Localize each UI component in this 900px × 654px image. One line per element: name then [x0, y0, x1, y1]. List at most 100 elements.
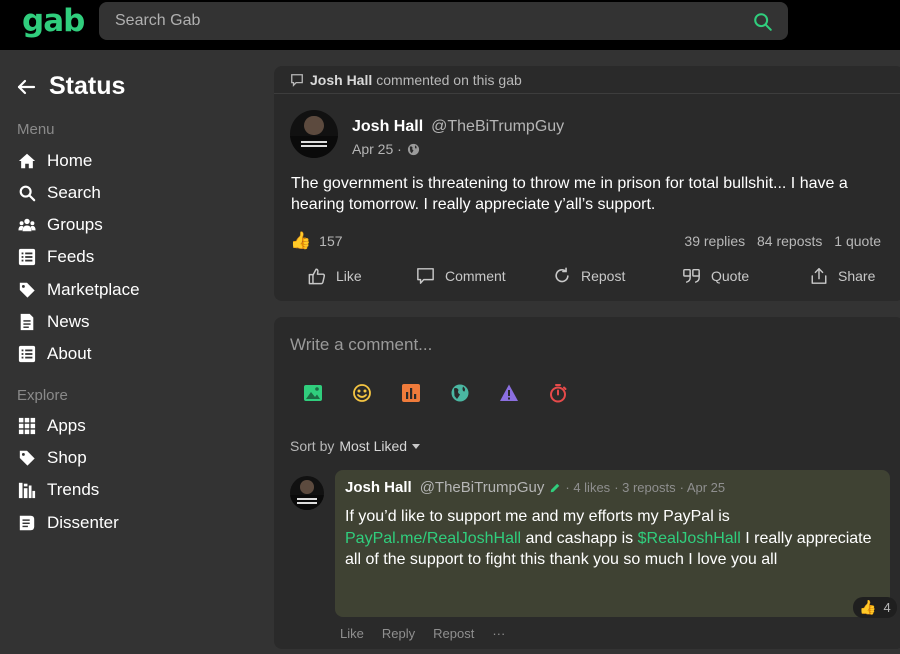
comment-context: Josh Hall commented on this gab — [290, 72, 522, 88]
avatar[interactable] — [290, 110, 338, 158]
reply-text: If you’d like to support me and my effor… — [345, 508, 730, 525]
reply-avatar[interactable] — [290, 476, 324, 510]
trends-icon — [18, 482, 36, 499]
thumbs-up-emoji-icon: 👍 — [859, 599, 877, 615]
sidebar-item-label: Home — [47, 151, 93, 170]
post-author: Josh Hall @TheBiTrumpGuy — [352, 118, 564, 136]
comment-button[interactable]: Comment — [416, 267, 506, 285]
reaction-summary[interactable]: 👍 157 — [290, 231, 343, 251]
reply-more-button[interactable]: ··· — [492, 626, 505, 641]
reply-reposts[interactable]: · 3 reposts — [614, 480, 675, 495]
warning-icon[interactable] — [499, 383, 519, 403]
sidebar-item-about[interactable]: About — [18, 344, 91, 364]
paypal-link[interactable]: PayPal.me/RealJoshHall — [345, 530, 521, 547]
menu-heading: Menu — [17, 121, 55, 138]
quote-label: Quote — [711, 268, 750, 284]
timer-icon[interactable] — [548, 383, 568, 403]
sort-value: Most Liked — [339, 438, 408, 454]
context-text: commented on this gab — [376, 72, 522, 88]
image-icon[interactable] — [303, 383, 323, 403]
context-author[interactable]: Josh Hall — [310, 72, 372, 88]
divider — [274, 93, 900, 94]
search-bar[interactable]: Search Gab — [99, 2, 788, 40]
sidebar-item-groups[interactable]: Groups — [18, 215, 103, 235]
reply-reaction-count: 4 — [883, 600, 891, 615]
search-icon[interactable] — [752, 11, 774, 33]
share-button[interactable]: Share — [810, 267, 875, 285]
share-icon — [811, 268, 827, 284]
sidebar-item-label: Trends — [47, 480, 100, 499]
reply-repost-button[interactable]: Repost — [433, 626, 474, 641]
back-arrow-icon[interactable] — [14, 75, 38, 99]
thumbs-up-emoji-icon: 👍 — [290, 231, 312, 250]
status-card: Josh Hall commented on this gab Josh Hal… — [274, 66, 900, 301]
sidebar-item-feeds[interactable]: Feeds — [18, 247, 94, 267]
home-icon — [18, 153, 36, 169]
top-bar: gab Search Gab — [0, 0, 900, 50]
like-button[interactable]: Like — [308, 267, 362, 285]
pencil-icon — [551, 483, 560, 492]
search-icon — [19, 185, 36, 202]
sidebar-item-search[interactable]: Search — [18, 183, 101, 203]
reposts-count[interactable]: 84 reposts — [757, 233, 822, 249]
comment-label: Comment — [445, 268, 506, 284]
quotes-count[interactable]: 1 quote — [834, 233, 881, 249]
comment-input[interactable]: Write a comment... — [290, 335, 432, 355]
sidebar-item-trends[interactable]: Trends — [18, 480, 99, 500]
sidebar-item-news[interactable]: News — [18, 312, 90, 332]
author-handle[interactable]: @TheBiTrumpGuy — [431, 118, 564, 136]
post-timestamp[interactable]: Apr 25 · — [352, 141, 402, 157]
thumbs-up-icon — [308, 268, 326, 285]
reply-header: Josh Hall @TheBiTrumpGuy · 4 likes · 3 r… — [345, 479, 725, 496]
explore-heading: Explore — [17, 387, 68, 404]
sort-label: Sort by — [290, 438, 335, 454]
gab-logo[interactable]: gab — [22, 3, 85, 39]
repost-button[interactable]: Repost — [553, 267, 625, 285]
news-icon — [20, 313, 34, 331]
apps-icon — [18, 417, 36, 435]
sidebar-item-label: Feeds — [47, 247, 95, 266]
reply-reaction-badge[interactable]: 👍 4 — [853, 597, 897, 618]
cashapp-link[interactable]: $RealJoshHall — [638, 530, 741, 547]
sidebar-item-label: Marketplace — [47, 280, 140, 299]
sidebar-item-home[interactable]: Home — [18, 151, 92, 171]
search-input[interactable]: Search Gab — [115, 12, 200, 30]
sidebar-item-dissenter[interactable]: Dissenter — [18, 513, 119, 533]
page-title: Status — [49, 72, 126, 100]
reply-body: If you’d like to support me and my effor… — [345, 506, 875, 571]
sidebar-item-apps[interactable]: Apps — [18, 416, 86, 436]
sort-control: Sort by Most Liked — [290, 438, 421, 454]
replies-count[interactable]: 39 replies — [684, 233, 745, 249]
sidebar-item-label: Search — [47, 183, 101, 202]
about-icon — [18, 345, 36, 363]
comment-icon — [417, 268, 434, 284]
share-label: Share — [838, 268, 876, 284]
reply-author-handle[interactable]: @TheBiTrumpGuy — [420, 479, 545, 496]
reply-like-button[interactable]: Like — [340, 626, 364, 641]
reply-date[interactable]: · Apr 25 — [680, 480, 726, 495]
quote-button[interactable]: Quote — [682, 267, 749, 285]
poll-icon[interactable] — [401, 383, 421, 403]
sidebar-item-label: Apps — [47, 416, 86, 435]
post-stats: 39 replies 84 reposts 1 quote — [676, 233, 881, 249]
globe-icon[interactable] — [450, 383, 470, 403]
author-name[interactable]: Josh Hall — [352, 118, 423, 136]
sidebar-item-label: News — [47, 312, 90, 331]
emoji-icon[interactable] — [352, 383, 372, 403]
chevron-down-icon — [412, 443, 421, 449]
sidebar-item-marketplace[interactable]: Marketplace — [18, 280, 140, 300]
shop-icon — [19, 450, 35, 466]
reply-author-name[interactable]: Josh Hall — [345, 479, 412, 496]
tag-icon — [19, 282, 35, 298]
like-count: 157 — [319, 233, 343, 249]
feeds-icon — [18, 248, 36, 266]
sort-dropdown[interactable]: Most Liked — [339, 438, 421, 454]
dissenter-icon — [19, 515, 35, 531]
reply-comment: Josh Hall @TheBiTrumpGuy · 4 likes · 3 r… — [335, 470, 890, 617]
reply-reply-button[interactable]: Reply — [382, 626, 415, 641]
quote-icon — [683, 268, 700, 284]
sidebar-item-shop[interactable]: Shop — [18, 448, 87, 468]
sidebar-item-label: Dissenter — [47, 513, 119, 532]
globe-icon — [407, 143, 419, 155]
reply-likes[interactable]: · 4 likes — [565, 480, 610, 495]
